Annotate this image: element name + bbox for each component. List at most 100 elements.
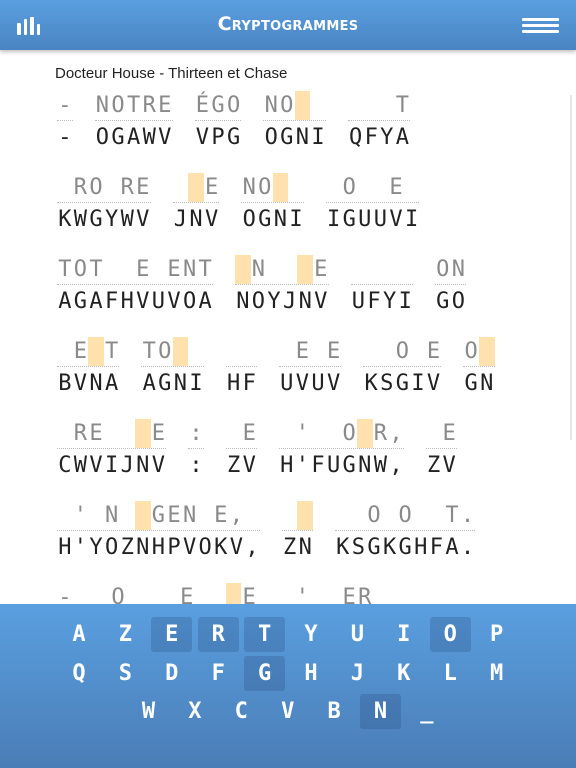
cipher-text[interactable]: ZV [426,449,457,483]
cipher-word[interactable]: E ZV [425,419,457,483]
key-t[interactable]: T [244,617,286,652]
cipher-word[interactable]: O E IGUUVI [325,173,420,237]
cipher-text[interactable]: BVNA [57,367,119,401]
key-s[interactable]: S [105,656,146,691]
guess-row[interactable]: E [172,173,220,203]
menu-icon[interactable] [522,18,559,34]
cipher-word[interactable]: E JNV [172,173,220,237]
guess-row[interactable] [350,255,413,285]
cipher-text[interactable]: H'FUGNW, [279,449,404,483]
guess-row[interactable]: NOTRE [94,91,173,121]
guess-row[interactable]: O E [325,173,420,203]
cipher-word[interactable]: TO AGNI [141,337,204,401]
scrollbar[interactable] [570,95,572,440]
guess-row[interactable]: NO [263,91,326,121]
cipher-text[interactable]: CWVIJNV [57,449,166,483]
guess-row[interactable]: NO [241,173,304,203]
cipher-text[interactable]: HF [226,367,257,401]
cipher-text[interactable]: H'YOZNHPVOKV, [57,531,260,565]
guess-row[interactable]: ' O R, [278,419,404,449]
key-p[interactable]: P [476,617,517,652]
cipher-text[interactable]: VPG [195,121,242,155]
key-c[interactable]: C [221,694,262,729]
cipher-word[interactable]: HF [225,337,257,401]
key-o[interactable]: O [429,617,471,652]
cipher-word[interactable]: ÉGO VPG [194,91,242,155]
cipher-word[interactable]: ON GO [434,255,467,317]
key-j[interactable]: J [337,656,378,691]
key-r[interactable]: R [197,617,239,652]
key-f[interactable]: F [198,656,239,691]
guess-row[interactable]: E [425,419,457,449]
cipher-text[interactable]: AGNI [141,367,203,401]
cipher-text[interactable]: NOYJNV [235,285,329,319]
cipher-word[interactable]: TOT E ENT AGAFHVUVOA [57,255,213,317]
guess-row[interactable]: ' N GEN E, [57,501,260,531]
cipher-text[interactable]: ZN [282,531,313,565]
key-a[interactable]: A [59,617,100,652]
cipher-word[interactable]: NO OGNI [241,173,304,237]
key-k[interactable]: K [383,656,424,691]
guess-row[interactable]: : [188,419,204,449]
cipher-word[interactable]: UFYI [350,255,413,317]
guess-row[interactable]: ON [434,255,467,285]
key-i[interactable]: I [383,617,424,652]
key-n[interactable]: N [360,694,401,729]
cipher-word[interactable]: N E NOYJNV [235,255,329,317]
cipher-text[interactable]: KSGIV [363,367,441,401]
key-m[interactable]: M [476,656,517,691]
key-z[interactable]: Z [105,617,146,652]
key-q[interactable]: Q [59,656,100,691]
guess-row[interactable] [281,501,313,531]
cipher-word[interactable]: RO RE KWGYWV [57,173,151,235]
guess-row[interactable]: O E [363,337,442,367]
cipher-word[interactable]: O GN [463,337,495,401]
key-blank[interactable]: _ [406,694,447,729]
key-w[interactable]: W [128,694,169,729]
key-d[interactable]: D [151,656,192,691]
cipher-text[interactable]: - [57,121,73,155]
cipher-text[interactable]: GN [463,367,494,401]
cipher-text[interactable]: IGUUVI [326,203,420,237]
cipher-word[interactable]: NOTRE OGAWV [94,91,173,155]
cipher-word[interactable]: ZN [281,501,313,565]
key-e[interactable]: E [151,617,193,652]
cipher-word[interactable]: E ZV [225,419,257,483]
cipher-word[interactable]: RE E CWVIJNV [57,419,167,483]
cipher-text[interactable]: OGNI [241,203,303,237]
key-h[interactable]: H [291,656,332,691]
guess-row[interactable]: TOT E ENT [57,255,213,285]
cipher-word[interactable]: -- [57,91,73,153]
guess-row[interactable]: TO [141,337,204,367]
cipher-word[interactable]: E E UVUV [278,337,342,401]
guess-row[interactable]: E [225,419,257,449]
cipher-word[interactable]: ' N GEN E, H'YOZNHPVOKV, [57,501,260,563]
cipher-word[interactable]: O O T. KSGKGHFA. [334,501,476,565]
cipher-text[interactable]: OGAWV [95,121,173,155]
key-l[interactable]: L [430,656,471,691]
cipher-word[interactable]: E T BVNA [57,337,120,401]
key-x[interactable]: X [174,694,215,729]
cipher-text[interactable]: : [188,449,204,483]
guess-row[interactable]: E T [57,337,120,367]
cipher-text[interactable]: UVUV [279,367,341,401]
guess-row[interactable]: T [347,91,411,121]
cipher-text[interactable]: AGAFHVUVOA [57,285,213,319]
key-v[interactable]: V [267,694,308,729]
cipher-word[interactable]: NO OGNI [263,91,326,155]
cipher-text[interactable]: KWGYWV [57,203,151,237]
guess-row[interactable]: ÉGO [194,91,242,121]
cipher-word[interactable]: O E KSGIV [363,337,442,401]
cipher-word[interactable]: :: [188,419,204,481]
guess-row[interactable]: E E [278,337,342,367]
cipher-text[interactable]: KSGKGHFA. [335,531,475,565]
cipher-text[interactable]: OGNI [263,121,325,155]
cipher-text[interactable]: QFYA [348,121,410,155]
cipher-text[interactable]: JNV [173,203,220,237]
guess-row[interactable]: RO RE [57,173,151,203]
cipher-text[interactable]: ZV [226,449,257,483]
cipher-word[interactable]: ' O R, H'FUGNW, [278,419,404,483]
guess-row[interactable]: RE E [57,419,167,449]
key-u[interactable]: U [337,617,378,652]
guess-row[interactable] [225,337,257,367]
